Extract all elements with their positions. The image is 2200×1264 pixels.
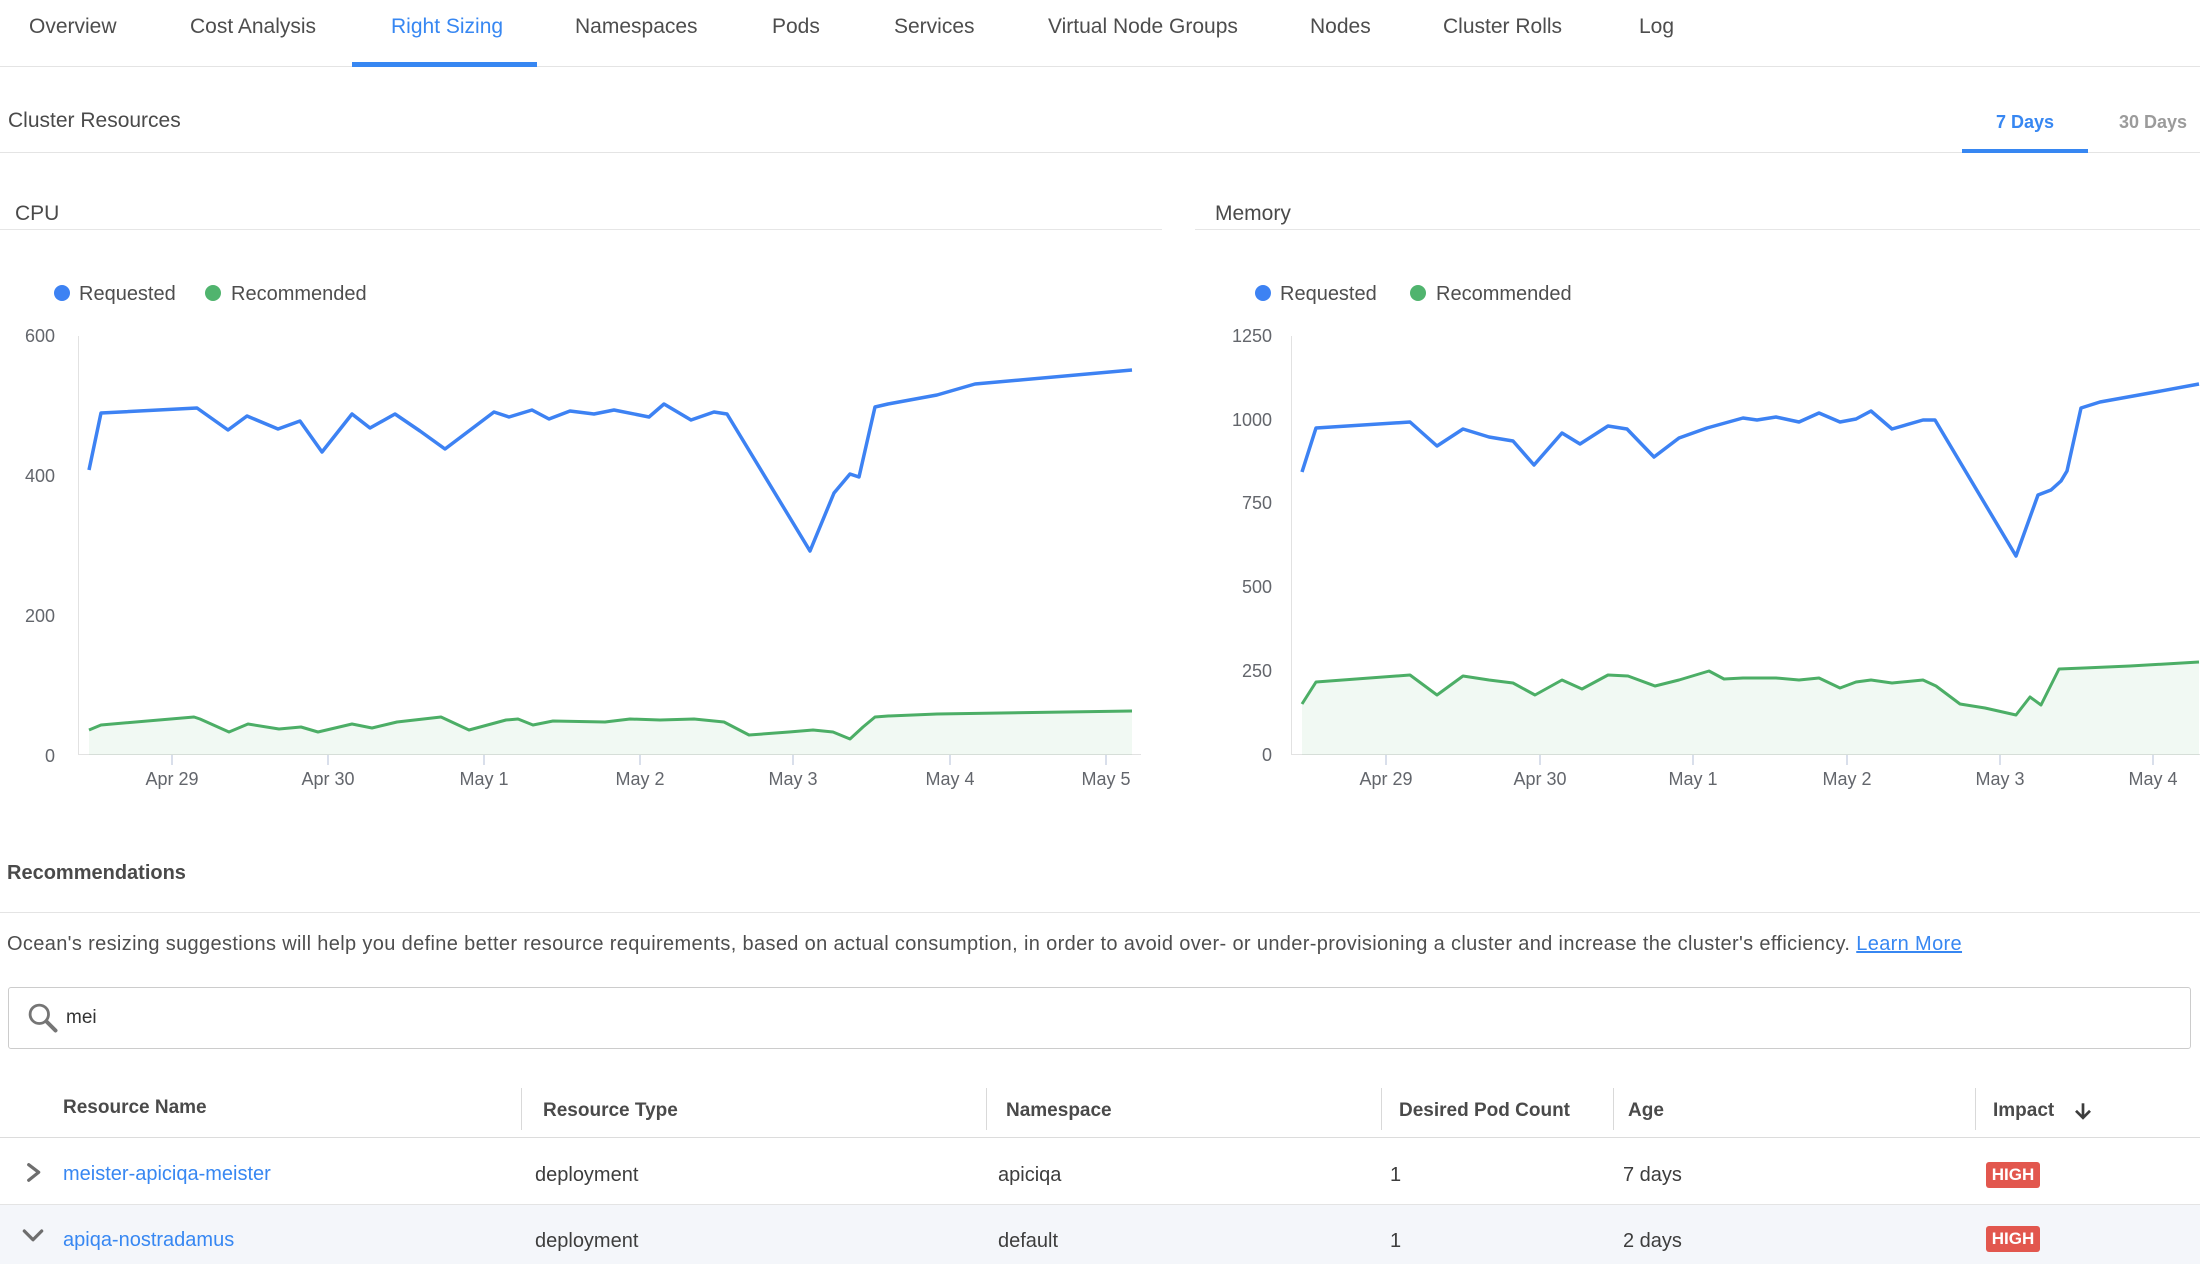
svg-text:May 1: May 1 — [459, 769, 508, 789]
svg-text:0: 0 — [1262, 745, 1272, 765]
svg-text:1250: 1250 — [1232, 326, 1272, 346]
svg-text:May 3: May 3 — [768, 769, 817, 789]
svg-text:May 3: May 3 — [1975, 769, 2024, 789]
svg-text:May 4: May 4 — [2128, 769, 2177, 789]
svg-text:Apr 29: Apr 29 — [1359, 769, 1412, 789]
svg-text:Apr 30: Apr 30 — [1513, 769, 1566, 789]
svg-text:400: 400 — [25, 466, 55, 486]
svg-text:Requested: Requested — [79, 283, 176, 305]
svg-text:500: 500 — [1242, 577, 1272, 597]
svg-text:May 2: May 2 — [1822, 769, 1871, 789]
svg-text:Apr 29: Apr 29 — [145, 769, 198, 789]
svg-text:May 2: May 2 — [615, 769, 664, 789]
svg-text:600: 600 — [25, 326, 55, 346]
svg-text:Recommended: Recommended — [1436, 283, 1572, 305]
svg-text:May 4: May 4 — [925, 769, 974, 789]
svg-text:1000: 1000 — [1232, 410, 1272, 430]
svg-text:750: 750 — [1242, 493, 1272, 513]
svg-text:250: 250 — [1242, 661, 1272, 681]
svg-text:May 1: May 1 — [1668, 769, 1717, 789]
svg-text:May 5: May 5 — [1081, 769, 1130, 789]
svg-text:0: 0 — [45, 746, 55, 766]
svg-text:Apr 30: Apr 30 — [301, 769, 354, 789]
svg-text:200: 200 — [25, 606, 55, 626]
svg-text:Requested: Requested — [1280, 283, 1377, 305]
svg-text:Recommended: Recommended — [231, 283, 367, 305]
